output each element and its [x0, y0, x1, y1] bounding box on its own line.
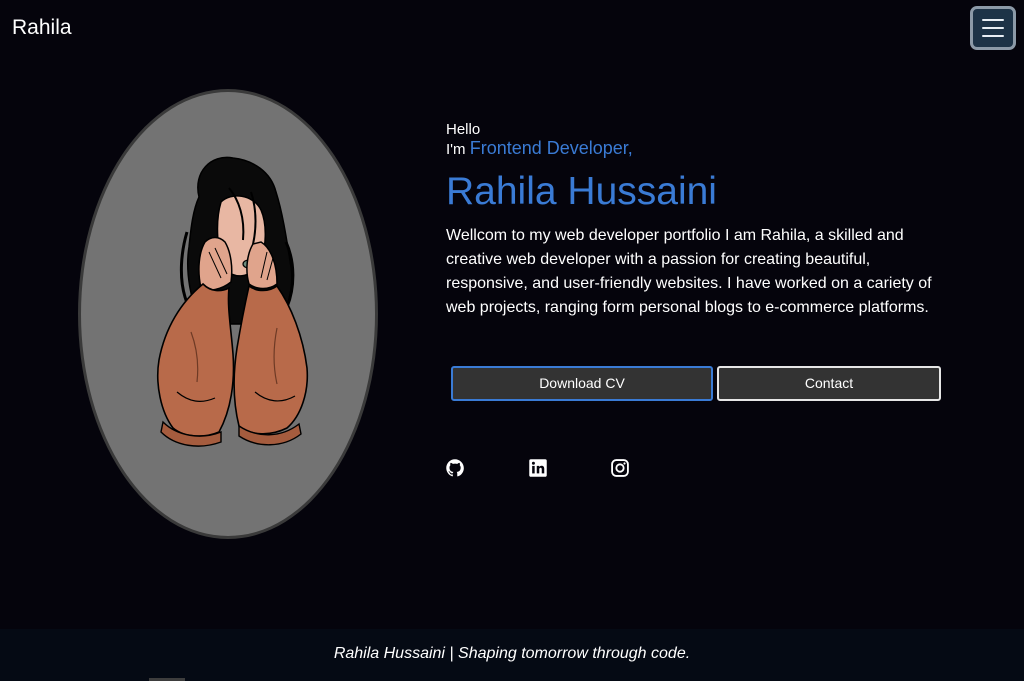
- menu-button[interactable]: [970, 6, 1016, 50]
- footer: Rahila Hussaini | Shaping tomorrow throu…: [0, 629, 1024, 681]
- portrait-illustration: [156, 156, 309, 447]
- brand-logo[interactable]: Rahila: [12, 16, 72, 40]
- page-title: Rahila Hussaini: [446, 170, 717, 213]
- instagram-icon[interactable]: [610, 458, 630, 478]
- footer-text: Rahila Hussaini | Shaping tomorrow throu…: [333, 645, 691, 662]
- role-title: Frontend Developer,: [469, 138, 633, 158]
- bio-text: Wellcom to my web developer portfolio I …: [446, 227, 932, 316]
- github-icon[interactable]: [445, 458, 465, 478]
- role-line: I'm Frontend Developer,: [446, 138, 633, 160]
- greeting: Hello: [446, 121, 481, 138]
- contact-button[interactable]: Contact: [717, 366, 941, 401]
- download-cv-button[interactable]: Download CV: [451, 366, 713, 401]
- linkedin-icon[interactable]: [528, 458, 548, 478]
- portrait-frame: [78, 89, 378, 539]
- role-prefix: I'm: [446, 141, 466, 158]
- page: Rahila Hello I'm Frontend Developer, Rah…: [0, 0, 1024, 681]
